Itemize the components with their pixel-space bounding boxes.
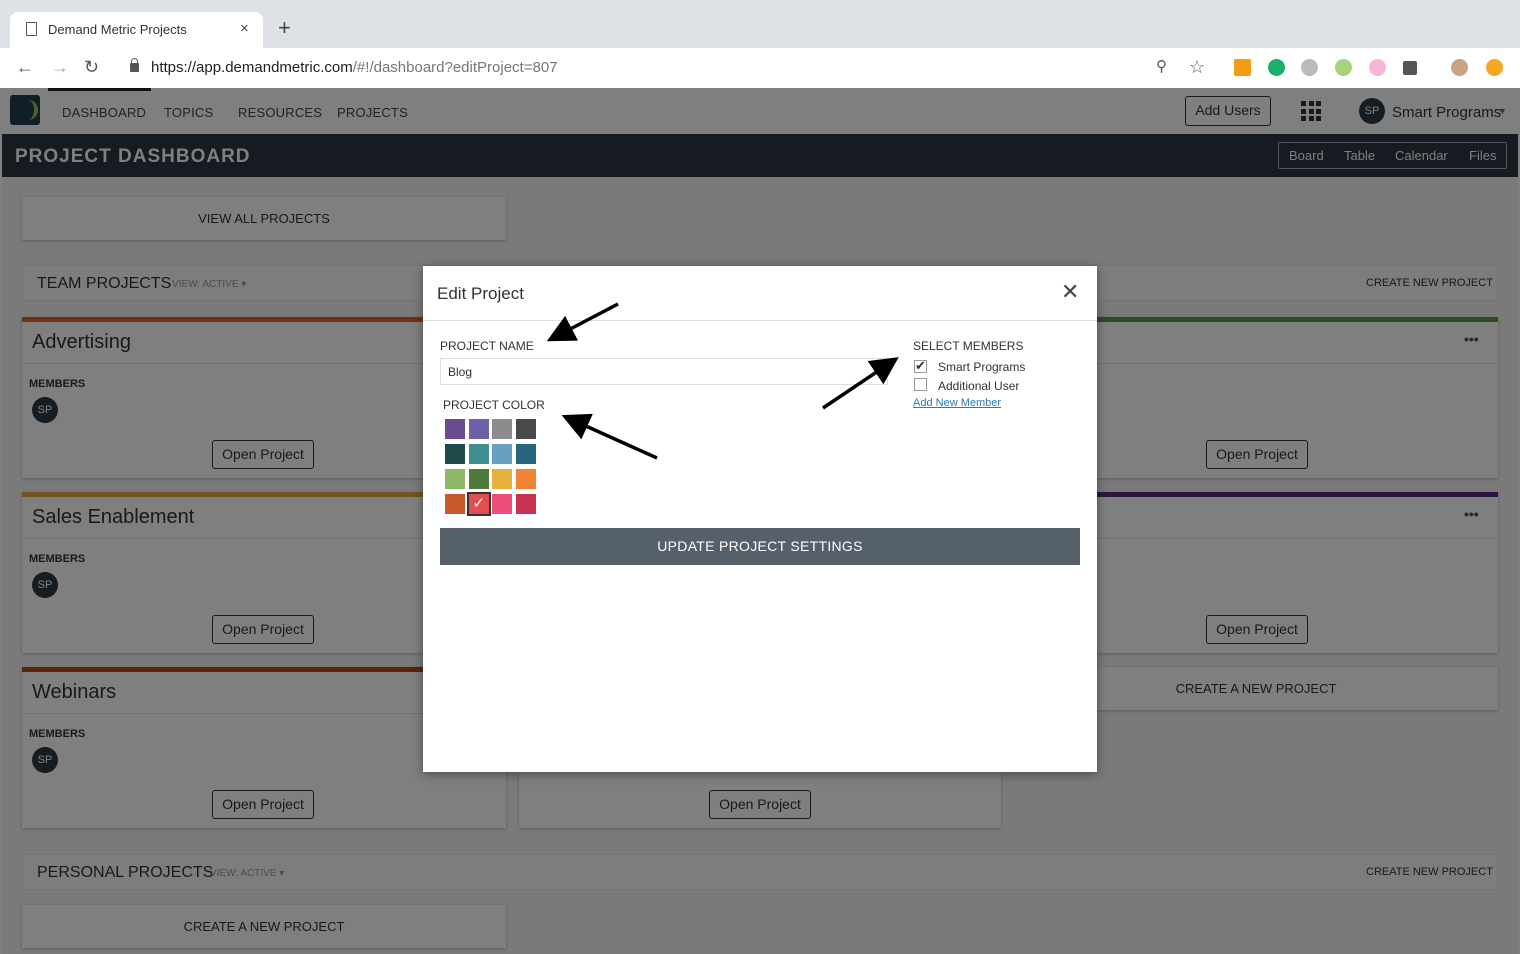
document-icon [26,22,37,36]
add-new-member-link[interactable]: Add New Member [913,397,1001,409]
project-name-label: PROJECT NAME [440,339,534,353]
project-name-input[interactable] [440,358,888,385]
edit-project-modal: Edit Project ✕ PROJECT NAME PROJECT COLO… [423,266,1097,772]
color-swatch[interactable] [515,469,536,489]
close-tab-icon[interactable]: × [240,20,249,37]
modal-divider [423,320,1097,321]
extension-bug-icon[interactable] [1335,59,1352,76]
lock-icon [130,58,139,72]
color-swatch[interactable] [445,444,465,464]
close-icon[interactable]: ✕ [1061,280,1079,304]
rss-extension-icon[interactable] [1234,59,1251,76]
color-swatch[interactable] [468,419,489,439]
member-checkbox-additional-user[interactable] [914,378,927,391]
member-checkbox-smart-programs[interactable] [914,358,927,374]
color-swatch[interactable] [492,419,512,439]
back-icon[interactable]: ← [16,57,34,77]
extension-icon[interactable] [1301,59,1318,76]
color-swatch[interactable] [445,419,465,439]
color-swatch[interactable] [492,494,512,514]
extension-cast-icon[interactable] [1403,61,1417,75]
address-bar[interactable]: https://app.demandmetric.com/#!/dashboar… [151,59,558,76]
modal-title: Edit Project [437,284,524,303]
project-color-label: PROJECT COLOR [443,398,545,412]
new-tab-button[interactable]: + [278,17,291,39]
color-swatch[interactable] [515,419,536,439]
color-swatch[interactable] [468,444,489,464]
grammarly-extension-icon[interactable] [1268,59,1285,76]
color-swatch[interactable]: ✓ [466,492,491,516]
color-swatch[interactable] [515,444,536,464]
color-swatch[interactable] [492,444,512,464]
reload-icon[interactable]: ↻ [84,57,99,77]
browser-chrome: Demand Metric Projects × + ← → ↻ https:/… [0,0,1520,88]
star-icon[interactable]: ☆ [1189,57,1205,77]
profile-avatar-icon[interactable] [1451,59,1468,76]
color-swatch[interactable] [492,469,512,489]
selected-check-icon: ✓ [472,495,486,512]
url-host: https://app.demandmetric.com [151,59,353,76]
extension-orange-icon[interactable] [1486,59,1503,76]
url-path: /#!/dashboard?editProject=807 [352,59,558,76]
forward-icon[interactable]: → [51,57,69,77]
member-label: Smart Programs [938,360,1026,374]
color-swatch[interactable] [515,494,536,514]
browser-toolbar: ← → ↻ https://app.demandmetric.com/#!/da… [0,48,1520,88]
member-label: Additional User [938,379,1020,393]
browser-tab[interactable]: Demand Metric Projects × [10,12,263,48]
color-swatch[interactable] [445,469,465,489]
tab-title: Demand Metric Projects [48,22,187,37]
color-swatch[interactable] [445,494,465,514]
select-members-label: SELECT MEMBERS [913,339,1024,353]
color-swatch[interactable] [468,469,489,489]
update-project-settings-button[interactable]: UPDATE PROJECT SETTINGS [440,528,1080,565]
zoom-icon[interactable]: ⚲ [1156,57,1167,77]
extension-pink-icon[interactable] [1369,59,1386,76]
